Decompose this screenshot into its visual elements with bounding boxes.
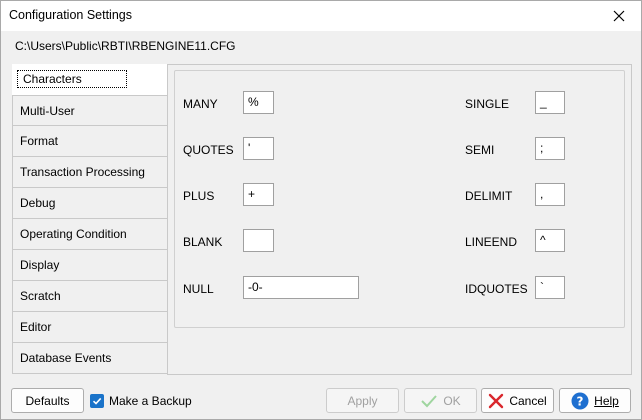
- check-icon: [421, 394, 438, 407]
- single-input[interactable]: _: [535, 91, 565, 114]
- defaults-button-label: Defaults: [25, 393, 70, 408]
- sidebar-item-format[interactable]: Format: [12, 126, 168, 157]
- lineend-input[interactable]: ^: [535, 229, 565, 252]
- blank-input[interactable]: [243, 229, 274, 252]
- delimit-input[interactable]: ,: [535, 183, 565, 206]
- quotes-input[interactable]: ': [243, 137, 274, 160]
- sidebar-item-label: Scratch: [20, 289, 61, 303]
- close-icon: [613, 10, 625, 22]
- sidebar-item-characters[interactable]: Characters: [12, 64, 168, 95]
- window-title: Configuration Settings: [9, 8, 132, 22]
- apply-button-label: Apply: [347, 393, 378, 408]
- sidebar-item-scratch[interactable]: Scratch: [12, 281, 168, 312]
- sidebar-item-label: Debug: [20, 196, 56, 210]
- close-button[interactable]: [597, 1, 641, 31]
- title-bar: Configuration Settings: [1, 1, 641, 31]
- sidebar-item-label: Multi-User: [20, 104, 75, 118]
- cancel-button[interactable]: Cancel: [481, 388, 554, 413]
- defaults-button[interactable]: Defaults: [11, 388, 84, 413]
- sidebar-item-label: Database Events: [20, 351, 112, 365]
- ok-button[interactable]: OK: [404, 388, 477, 413]
- settings-category-list: Characters Multi-User Format Transaction…: [12, 64, 168, 375]
- sidebar-item-label: Characters: [17, 70, 127, 88]
- null-label: NULL: [183, 282, 214, 296]
- sidebar-item-display[interactable]: Display: [12, 250, 168, 281]
- help-icon: ?: [571, 392, 589, 409]
- sidebar-item-label: Transaction Processing: [20, 165, 145, 179]
- single-label: SINGLE: [465, 97, 510, 111]
- semi-input[interactable]: ;: [535, 137, 565, 160]
- quotes-label: QUOTES: [183, 143, 234, 157]
- sidebar-item-label: Editor: [20, 320, 52, 334]
- semi-label: SEMI: [465, 143, 495, 157]
- dialog-button-bar: Defaults Make a Backup Apply OK Cancel ?…: [1, 383, 641, 419]
- apply-button[interactable]: Apply: [326, 388, 399, 413]
- help-button[interactable]: ? Help: [559, 388, 631, 413]
- help-button-label: Help: [594, 393, 619, 408]
- sidebar-item-label: Display: [20, 258, 60, 272]
- cancel-x-icon: [489, 393, 504, 408]
- sidebar-item-label: Operating Condition: [20, 227, 127, 241]
- sidebar-item-debug[interactable]: Debug: [12, 188, 168, 219]
- many-label: MANY: [183, 97, 218, 111]
- checkmark-icon: [92, 397, 102, 405]
- blank-label: BLANK: [183, 235, 223, 249]
- sidebar-item-database-events[interactable]: Database Events: [12, 343, 168, 374]
- sidebar-item-transaction-processing[interactable]: Transaction Processing: [12, 157, 168, 188]
- sidebar-item-operating-condition[interactable]: Operating Condition: [12, 219, 168, 250]
- cancel-button-label: Cancel: [509, 393, 547, 408]
- lineend-label: LINEEND: [465, 235, 518, 249]
- idquotes-label: IDQUOTES: [465, 282, 528, 296]
- config-file-path: C:\Users\Public\RBTI\RBENGINE11.CFG: [15, 39, 236, 53]
- make-backup-checkbox[interactable]: [90, 394, 104, 408]
- many-input[interactable]: %: [243, 91, 274, 114]
- configuration-settings-dialog: Configuration Settings C:\Users\Public\R…: [0, 0, 642, 420]
- delimit-label: DELIMIT: [465, 189, 513, 203]
- null-input[interactable]: -0-: [243, 276, 359, 299]
- plus-input[interactable]: +: [243, 183, 274, 206]
- plus-label: PLUS: [183, 189, 215, 203]
- svg-text:?: ?: [577, 394, 584, 408]
- sidebar-item-editor[interactable]: Editor: [12, 312, 168, 343]
- idquotes-input[interactable]: `: [535, 276, 565, 299]
- sidebar-item-multi-user[interactable]: Multi-User: [12, 95, 168, 126]
- make-backup-label: Make a Backup: [109, 394, 192, 408]
- characters-settings-panel: MANY % QUOTES ' PLUS + BLANK NULL -0- SI…: [174, 70, 625, 328]
- sidebar-item-label: Format: [20, 134, 59, 148]
- ok-button-label: OK: [443, 393, 461, 408]
